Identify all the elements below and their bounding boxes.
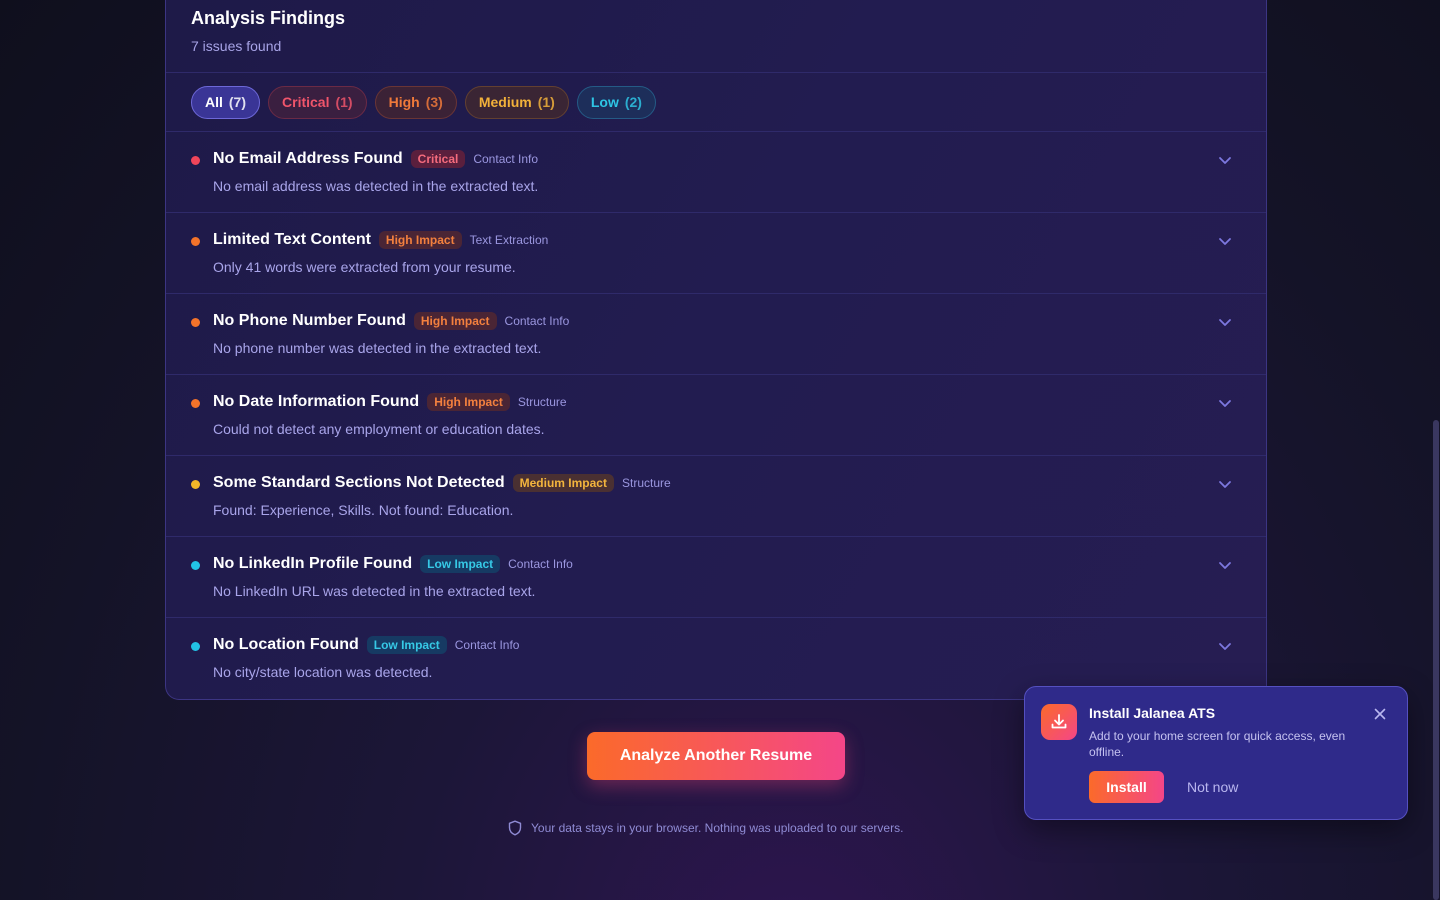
finding-category: Contact Info — [473, 152, 539, 166]
filter-all[interactable]: All (7) — [191, 85, 261, 119]
severity-badge: Critical — [410, 150, 466, 168]
finding-description: Found: Experience, Skills. Not found: Ed… — [213, 502, 514, 518]
chevron-down-icon[interactable] — [1217, 638, 1233, 654]
chevron-down-icon[interactable] — [1217, 314, 1233, 330]
severity-dot — [191, 318, 200, 327]
findings-list: No Email Address Found Critical Contact … — [166, 132, 1266, 699]
severity-dot — [191, 480, 200, 489]
findings-header: Analysis Findings 7 issues found — [166, 0, 1266, 73]
filter-all-label: All — [205, 94, 223, 110]
filter-low-label: Low — [590, 94, 619, 110]
install-button[interactable]: Install — [1089, 771, 1164, 803]
severity-filter-bar: All (7) Critical (1) High (3) Medium (1)… — [166, 73, 1266, 132]
finding-title: No Date Information Found — [213, 393, 420, 410]
filter-critical[interactable]: Critical (1) — [268, 85, 367, 119]
finding-title: No Location Found — [213, 636, 359, 653]
findings-panel: Analysis Findings 7 issues found All (7)… — [165, 0, 1267, 700]
chevron-down-icon[interactable] — [1217, 395, 1233, 411]
findings-count: 7 issues found — [191, 38, 282, 54]
severity-badge: Medium Impact — [512, 474, 614, 492]
findings-title: Analysis Findings — [191, 8, 346, 28]
finding-category: Structure — [621, 476, 671, 490]
scrollbar-thumb[interactable] — [1433, 420, 1439, 900]
filter-high-label: High — [388, 94, 420, 110]
chevron-down-icon[interactable] — [1217, 476, 1233, 492]
analyze-another-button[interactable]: Analyze Another Resume — [587, 732, 845, 780]
finding-item[interactable]: Some Standard Sections Not Detected Medi… — [166, 456, 1266, 537]
finding-item[interactable]: Limited Text Content High Impact Text Ex… — [166, 213, 1266, 294]
finding-description: No LinkedIn URL was detected in the extr… — [213, 583, 536, 599]
finding-item[interactable]: No Date Information Found High Impact St… — [166, 375, 1266, 456]
filter-all-count: (7) — [228, 94, 247, 110]
severity-dot — [191, 237, 200, 246]
filter-low[interactable]: Low (2) — [576, 85, 656, 119]
install-app-icon — [1041, 704, 1077, 740]
finding-description: No phone number was detected in the extr… — [213, 340, 542, 356]
filter-high-count: (3) — [425, 94, 443, 110]
finding-title: No Phone Number Found — [213, 312, 406, 329]
finding-category: Contact Info — [508, 557, 573, 571]
finding-category: Text Extraction — [469, 233, 549, 247]
shield-icon — [508, 820, 522, 836]
chevron-down-icon[interactable] — [1217, 557, 1233, 573]
finding-item[interactable]: No Email Address Found Critical Contact … — [166, 132, 1266, 213]
severity-badge: Low Impact — [420, 555, 501, 573]
finding-title: No LinkedIn Profile Found — [213, 555, 413, 572]
not-now-button[interactable]: Not now — [1177, 771, 1248, 803]
download-icon — [1051, 714, 1067, 729]
severity-badge: High Impact — [378, 231, 462, 249]
finding-category: Contact Info — [454, 638, 520, 652]
filter-high[interactable]: High (3) — [374, 85, 457, 119]
filter-critical-label: Critical — [282, 94, 330, 110]
chevron-down-icon[interactable] — [1217, 233, 1233, 249]
page-scrollbar[interactable] — [1432, 0, 1440, 900]
toast-title: Install Jalanea ATS — [1089, 705, 1216, 721]
privacy-note: Your data stays in your browser. Nothing… — [508, 820, 903, 836]
finding-title: Some Standard Sections Not Detected — [213, 474, 505, 491]
finding-description: Only 41 words were extracted from your r… — [213, 259, 516, 275]
toast-text: Add to your home screen for quick access… — [1089, 729, 1346, 759]
severity-badge: High Impact — [413, 312, 497, 330]
finding-category: Contact Info — [504, 314, 570, 328]
finding-item[interactable]: No Phone Number Found High Impact Contac… — [166, 294, 1266, 375]
severity-dot — [191, 399, 200, 408]
filter-medium[interactable]: Medium (1) — [464, 85, 569, 119]
finding-description: Could not detect any employment or educa… — [213, 421, 545, 437]
finding-title: Limited Text Content — [213, 231, 371, 248]
finding-category: Structure — [517, 395, 567, 409]
finding-item[interactable]: No LinkedIn Profile Found Low Impact Con… — [166, 537, 1266, 618]
close-icon[interactable] — [1373, 707, 1387, 721]
severity-dot — [191, 156, 200, 165]
severity-dot — [191, 561, 200, 570]
finding-description: No city/state location was detected. — [213, 664, 433, 680]
severity-badge: High Impact — [427, 393, 510, 411]
install-toast: Install Jalanea ATS Add to your home scr… — [1024, 686, 1408, 820]
chevron-down-icon[interactable] — [1217, 152, 1233, 168]
severity-dot — [191, 642, 200, 651]
filter-low-count: (2) — [624, 94, 642, 110]
severity-badge: Low Impact — [366, 636, 447, 654]
filter-medium-label: Medium — [478, 94, 532, 110]
finding-title: No Email Address Found — [213, 150, 403, 167]
privacy-text: Your data stays in your browser. Nothing… — [531, 821, 904, 835]
filter-medium-count: (1) — [537, 94, 555, 110]
filter-critical-count: (1) — [335, 94, 353, 110]
finding-description: No email address was detected in the ext… — [213, 178, 539, 194]
